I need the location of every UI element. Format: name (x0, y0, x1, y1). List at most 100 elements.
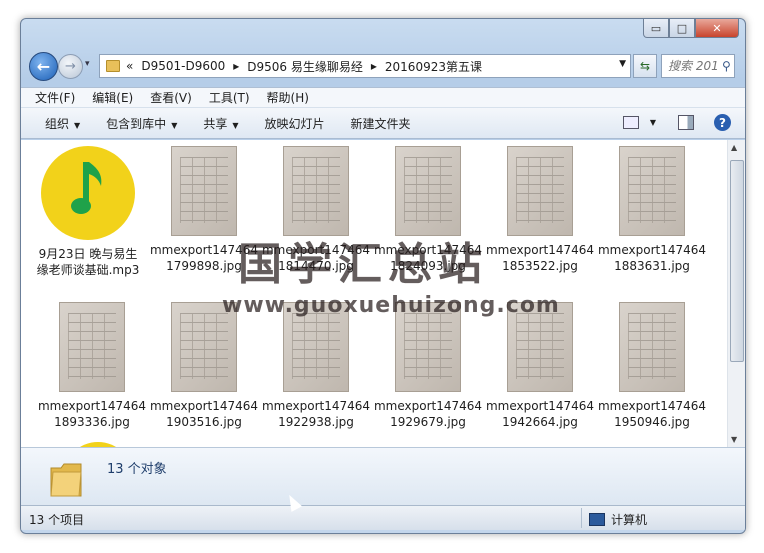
scroll-up-icon[interactable]: ▲ (731, 143, 737, 152)
breadcrumb: « D9501-D9600 ▸ D9506 易生缘聊易经 ▸ 20160923第… (126, 58, 490, 75)
image-thumbnail (507, 302, 573, 392)
music-note-icon (71, 162, 102, 214)
breadcrumb-item-current[interactable]: 20160923第五课 (385, 58, 482, 75)
breadcrumb-item[interactable]: D9501-D9600 (141, 59, 225, 73)
explorer-window: ▭ □ ✕ ← → ▾ « D9501-D9600 ▸ D9506 易生缘聊易经… (20, 18, 746, 534)
file-name: mmexport1474641799898.jpg (149, 243, 259, 273)
command-bar: 组织 ▼ 包含到库中 ▼ 共享 ▼ 放映幻灯片 新建文件夹 ▼ ? (21, 107, 745, 139)
search-icon[interactable]: ⚲ (722, 59, 731, 73)
close-button[interactable]: ✕ (695, 19, 739, 38)
location-label: 计算机 (611, 513, 648, 527)
file-item[interactable]: mmexport1474641853522.jpg (485, 146, 595, 274)
menu-tools[interactable]: 工具(T) (209, 89, 250, 106)
file-name: mmexport1474641853522.jpg (485, 243, 595, 273)
arrow-right-icon: → (65, 59, 76, 74)
image-thumbnail (171, 302, 237, 392)
image-thumbnail (395, 146, 461, 236)
slideshow-button[interactable]: 放映幻灯片 (265, 115, 325, 132)
file-item[interactable]: mmexport1474641942664.jpg (485, 302, 595, 430)
menu-bar: 文件(F) 编辑(E) 查看(V) 工具(T) 帮助(H) (21, 87, 745, 107)
computer-icon (589, 513, 605, 526)
object-count: 13 个对象 (107, 462, 167, 477)
file-item[interactable]: mmexport1474641950946.jpg (597, 302, 707, 430)
minimize-button[interactable]: ▭ (643, 19, 669, 38)
file-item[interactable]: mmexport1474641883631.jpg (597, 146, 707, 274)
status-bar: 13 个项目 计算机 (21, 505, 745, 530)
file-name: mmexport1474641922938.jpg (261, 399, 371, 429)
image-thumbnail (59, 302, 125, 392)
view-options-icon[interactable] (622, 116, 639, 129)
search-input[interactable] (666, 58, 720, 74)
item-count: 13 个项目 (29, 513, 85, 527)
file-name: mmexport1474641893336.jpg (37, 399, 147, 429)
status-location: 计算机 (589, 511, 647, 528)
recent-pages-button[interactable]: ▾ (85, 59, 90, 69)
share-button[interactable]: 共享 ▼ (203, 115, 238, 132)
file-item[interactable]: mmexport1474641814470.jpg (261, 146, 371, 274)
image-thumbnail (619, 302, 685, 392)
breadcrumb-separator[interactable]: ▸ (233, 59, 239, 73)
arrow-left-icon: ← (36, 57, 51, 76)
new-folder-button[interactable]: 新建文件夹 (351, 115, 411, 132)
image-thumbnail (507, 146, 573, 236)
file-item[interactable]: mmexport1474641799898.jpg (149, 146, 259, 274)
window-controls: ▭ □ ✕ (643, 19, 739, 38)
include-in-library-button[interactable]: 包含到库中 ▼ (106, 115, 177, 132)
address-dropdown-icon[interactable]: ▼ (619, 59, 626, 69)
maximize-button[interactable]: □ (669, 19, 695, 38)
breadcrumb-item[interactable]: D9506 易生缘聊易经 (247, 58, 363, 75)
file-name: mmexport1474641950946.jpg (597, 399, 707, 429)
image-thumbnail (171, 146, 237, 236)
file-name: mmexport1474641942664.jpg (485, 399, 595, 429)
preview-pane-icon[interactable] (678, 115, 694, 130)
file-name: mmexport1474641814470.jpg (261, 243, 371, 273)
scrollbar-thumb[interactable] (730, 160, 744, 362)
help-icon[interactable]: ? (714, 114, 731, 131)
image-thumbnail (619, 146, 685, 236)
status-divider (581, 508, 582, 528)
forward-button[interactable]: → (58, 54, 83, 79)
refresh-button[interactable]: ⇆ (633, 54, 657, 78)
breadcrumb-overflow[interactable]: « (126, 59, 133, 73)
organize-button[interactable]: 组织 ▼ (45, 115, 80, 132)
menu-help[interactable]: 帮助(H) (267, 89, 309, 106)
chevron-down-icon: ▼ (232, 120, 239, 130)
image-thumbnail (283, 146, 349, 236)
include-library-label: 包含到库中 (106, 116, 167, 131)
toolbar-right: ▼ ? (622, 114, 731, 131)
menu-file[interactable]: 文件(F) (35, 89, 75, 106)
organize-label: 组织 (45, 116, 70, 131)
menu-view[interactable]: 查看(V) (150, 89, 192, 106)
file-item[interactable]: mmexport1474641929679.jpg (373, 302, 483, 430)
file-name: mmexport1474641883631.jpg (597, 243, 707, 273)
image-thumbnail (395, 302, 461, 392)
refresh-icon: ⇆ (639, 59, 651, 73)
file-name: mmexport1474641903516.jpg (149, 399, 259, 429)
search-box: ⚲ (661, 54, 735, 78)
chevron-down-icon[interactable]: ▼ (650, 118, 656, 127)
music-file-icon (41, 146, 135, 240)
address-bar[interactable]: « D9501-D9600 ▸ D9506 易生缘聊易经 ▸ 20160923第… (99, 54, 631, 78)
share-label: 共享 (203, 116, 228, 131)
breadcrumb-separator[interactable]: ▸ (371, 59, 377, 73)
file-name: 9月23日 晚与易生缘老师谈基础.mp3 (36, 247, 140, 277)
file-name: mmexport1474641929679.jpg (373, 399, 483, 429)
menu-edit[interactable]: 编辑(E) (92, 89, 133, 106)
file-name: mmexport1474641824093.jpg (373, 243, 483, 273)
image-thumbnail (283, 302, 349, 392)
scroll-down-icon[interactable]: ▼ (731, 435, 737, 444)
file-item[interactable]: mmexport1474641893336.jpg (37, 302, 147, 430)
folder-icon (50, 463, 82, 497)
file-item[interactable]: mmexport1474641824093.jpg (373, 146, 483, 274)
vertical-scrollbar[interactable]: ▲ ▼ (727, 140, 745, 447)
file-item[interactable]: mmexport1474641903516.jpg (149, 302, 259, 430)
file-item[interactable]: 9月23日 晚与易生缘老师谈基础.mp3 (33, 146, 143, 278)
chevron-down-icon: ▼ (74, 120, 81, 130)
back-button[interactable]: ← (29, 52, 58, 81)
file-item[interactable]: mmexport1474641922938.jpg (261, 302, 371, 430)
details-pane: 13 个对象 (21, 447, 745, 506)
chevron-down-icon: ▼ (171, 120, 178, 130)
file-list: 9月23日 晚与易生缘老师谈基础.mp3 mmexport14746417998… (21, 140, 745, 447)
folder-icon (106, 60, 120, 72)
navigation-bar: ← → ▾ « D9501-D9600 ▸ D9506 易生缘聊易经 ▸ 201… (29, 51, 735, 81)
